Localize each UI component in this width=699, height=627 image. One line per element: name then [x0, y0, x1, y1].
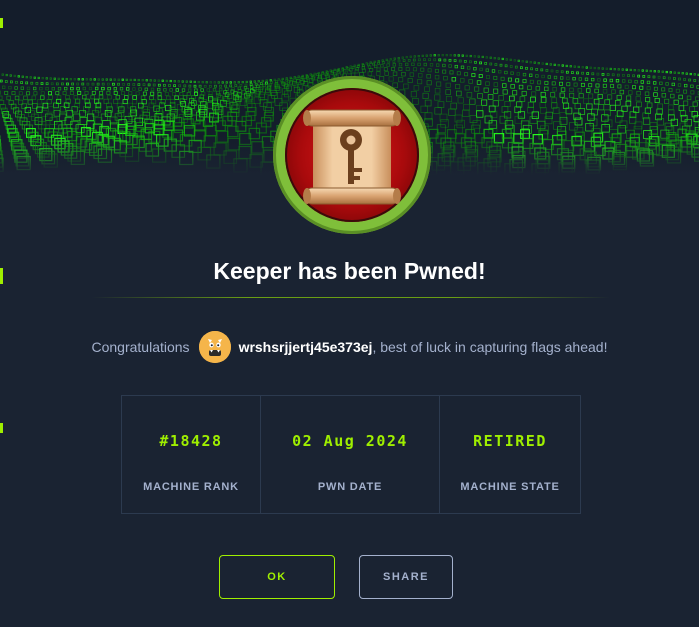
stat-machine-rank: #18428 MACHINE RANK — [122, 396, 261, 513]
stat-pwn-date: 02 Aug 2024 PWN DATE — [261, 396, 440, 513]
username: wrshsrjjertj45e373ej — [238, 339, 373, 355]
stat-label: MACHINE STATE — [460, 481, 560, 493]
congrats-suffix: , best of luck in capturing flags ahead! — [372, 339, 608, 355]
monster-avatar-icon — [198, 331, 231, 363]
share-button[interactable]: SHARE — [359, 555, 453, 599]
title-divider — [92, 297, 610, 298]
stat-value: RETIRED — [473, 432, 547, 450]
key-scroll-icon — [303, 109, 401, 205]
stat-machine-state: RETIRED MACHINE STATE — [440, 396, 580, 513]
edge-indicator — [0, 423, 3, 433]
machine-badge — [273, 76, 431, 234]
pwned-modal: Keeper has been Pwned! Congratulations w… — [0, 0, 699, 627]
stat-value: 02 Aug 2024 — [292, 432, 408, 450]
page-title: Keeper has been Pwned! — [213, 258, 486, 284]
stats-panel: #18428 MACHINE RANK 02 Aug 2024 PWN DATE… — [121, 395, 581, 514]
stat-label: MACHINE RANK — [143, 481, 239, 493]
avatar — [198, 331, 231, 363]
congrats-message: Congratulations wrshsrjjertj45e373ej, be… — [0, 331, 699, 363]
stat-value: #18428 — [159, 432, 223, 450]
ok-button[interactable]: OK — [219, 555, 335, 599]
edge-indicator — [0, 18, 3, 28]
congrats-prefix: Congratulations — [91, 339, 190, 355]
stat-label: PWN DATE — [317, 481, 383, 493]
